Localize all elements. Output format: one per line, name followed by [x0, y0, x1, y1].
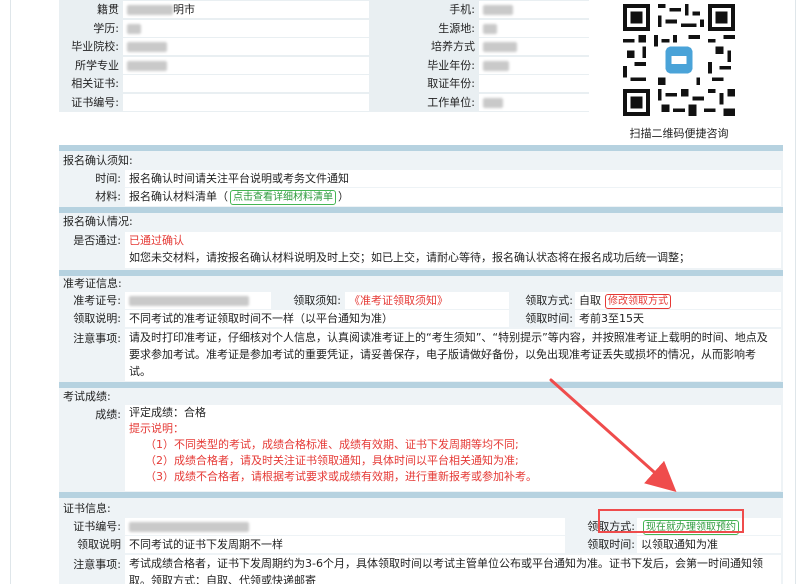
info-value: [479, 38, 589, 55]
admission-number-value: [125, 292, 271, 309]
cert-number-label: 证书编号:: [73, 520, 121, 533]
pass-value: 已通过确认: [125, 232, 781, 249]
attention-label: 注意事项:: [73, 332, 121, 345]
tip-item: （2）成绩合格者，请及时关注证书领取通知，具体时间以平台相关通知为准;: [145, 454, 519, 467]
info-row: 籍贯 明市 手机:: [59, 1, 589, 19]
cert-time-label: 领取时间:: [587, 538, 635, 551]
info-value: [123, 38, 369, 55]
notice-label: 领取须知:: [293, 294, 341, 307]
info-label: 籍贯: [97, 3, 119, 16]
view-materials-button[interactable]: 点击查看详细材料清单: [230, 190, 336, 205]
section-title: 证书信息:: [63, 502, 111, 515]
section-title: 考试成绩:: [63, 390, 111, 403]
material-value: 报名确认材料清单（ 点击查看详细材料清单）: [125, 188, 781, 206]
info-label: 相关证书:: [71, 77, 119, 90]
admission-section: 准考证信息: 准考证号: 领取须知: 《准考证领取须知》 领取方式: 自取 修改领…: [59, 276, 783, 382]
confirm-status-section: 报名确认情况: 是否通过: 已通过确认 如您未交材料，请按报名确认材料说明及时上…: [59, 213, 783, 270]
qr-code-icon: [623, 4, 735, 116]
info-value: [479, 75, 589, 92]
info-value: [479, 19, 589, 37]
info-row: 证书编号: 工作单位:: [59, 93, 589, 112]
time-value: 考前3至15天: [575, 310, 781, 327]
method-text: 自取: [579, 294, 601, 307]
tip-item: （3）成绩不合格者，请根据考试要求或成绩有效期，进行重新报考或参加补考。: [145, 470, 537, 483]
material-prefix: 报名确认材料清单（: [129, 190, 228, 203]
cert-explain-value: 不同考试的证书下发周期不一样: [125, 536, 565, 553]
cert-attention-label: 注意事项:: [73, 558, 121, 571]
material-suffix: ）: [338, 190, 349, 203]
info-label: 工作单位:: [427, 95, 475, 109]
page: 籍贯 明市 手机: 学历: 生源地: 毕业院校: 培养方式所学专业 毕业年份: 相关证书: 取证年…: [10, 0, 796, 584]
explain-value: 不同考试的准考证领取时间不一样（以平台通知为准）: [125, 310, 509, 327]
tip-item: （1）不同类型的考试，成绩合格标准、成绩有效期、证书下发周期等均不同;: [145, 438, 519, 451]
info-value: [123, 56, 369, 74]
info-label: 毕业年份:: [427, 58, 475, 72]
info-label: 证书编号:: [71, 95, 119, 109]
info-label: 所学专业: [75, 58, 119, 72]
info-row: 所学专业 毕业年份:: [59, 56, 589, 75]
admission-notice-link[interactable]: 《准考证领取须知》: [345, 292, 509, 309]
method-value: 自取 修改领取方式: [575, 292, 781, 309]
info-label: 取证年份:: [427, 77, 475, 90]
section-title: 准考证信息:: [63, 277, 122, 290]
info-value: 明市: [123, 1, 369, 18]
info-row: 毕业院校: 培养方式: [59, 38, 589, 56]
pass-label: 是否通过:: [73, 234, 121, 247]
tips-title: 提示说明：: [129, 422, 184, 435]
info-label: 毕业院校:: [71, 40, 119, 53]
info-value: [123, 75, 369, 92]
material-label: 材料:: [95, 190, 121, 203]
info-value: [123, 93, 369, 111]
info-label: 生源地:: [438, 21, 475, 35]
cert-explain-label: 领取说明: [77, 538, 121, 551]
info-row: 学历: 生源地:: [59, 19, 589, 38]
modify-method-button[interactable]: 修改领取方式: [605, 294, 671, 309]
cert-number-value: [125, 518, 565, 535]
info-label: 手机:: [449, 3, 475, 16]
section-title: 报名确认情况:: [63, 215, 133, 228]
admission-number-label: 准考证号:: [73, 294, 121, 307]
confirm-note: 如您未交材料，请按报名确认材料说明及时上交；如已上交，请耐心等待，报名确认状态将…: [125, 249, 781, 268]
time-label: 领取时间:: [525, 312, 573, 325]
info-value: [479, 56, 589, 74]
personal-info-grid: 籍贯 明市 手机: 学历: 生源地: 毕业院校: 培养方式所学专业 毕业年份: 相关证书: 取证年…: [59, 0, 589, 112]
score-value: 评定成绩：合格: [129, 406, 206, 419]
info-value-text: 明市: [173, 3, 195, 16]
explain-label: 领取说明:: [73, 312, 121, 325]
info-row: 相关证书: 取证年份:: [59, 75, 589, 93]
annotation-highlight-box: [598, 509, 744, 533]
info-value: [123, 19, 369, 37]
attention-value: 请及时打印准考证，仔细核对个人信息，认真阅读准考证上的“考生须知”、“特别提示”…: [125, 329, 781, 381]
info-value: [479, 93, 589, 111]
score-section: 考试成绩: 成绩: 评定成绩：合格 提示说明： （1）不同类型的考试，成绩合格标…: [59, 388, 783, 492]
cert-time-value: 以领取通知为准: [637, 536, 781, 553]
cert-attention-value: 考试成绩合格者，证书下发周期约为3-6个月，具体领取时间以考试主管单位公布或平台…: [125, 555, 781, 584]
info-label: 培养方式: [431, 40, 475, 53]
time-value: 报名确认时间请关注平台说明或考务文件通知: [125, 170, 781, 187]
section-title: 报名确认须知:: [63, 154, 133, 167]
score-label: 成绩:: [95, 408, 121, 421]
info-value: [479, 1, 589, 18]
info-label: 学历:: [93, 21, 119, 35]
qr-caption: 扫描二维码便捷咨询: [629, 127, 729, 140]
method-label: 领取方式:: [525, 294, 573, 307]
confirm-notice-section: 报名确认须知: 时间: 报名确认时间请关注平台说明或考务文件通知 材料: 报名确…: [59, 151, 783, 207]
time-label: 时间:: [95, 172, 121, 185]
score-box: 评定成绩：合格 提示说明： （1）不同类型的考试，成绩合格标准、成绩有效期、证书…: [125, 405, 781, 491]
